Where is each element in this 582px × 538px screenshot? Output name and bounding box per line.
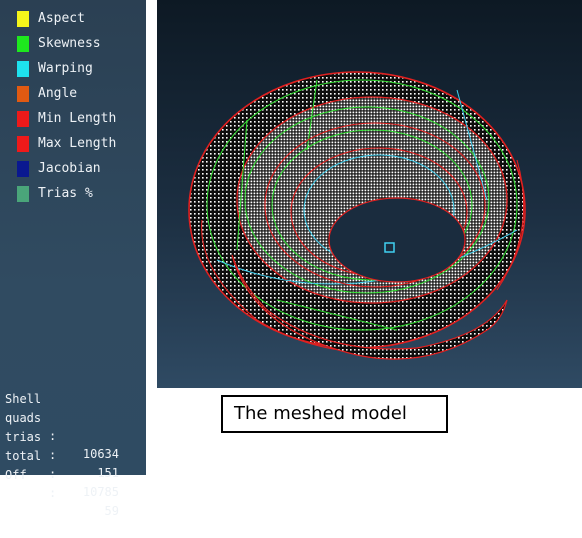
legend-label: Angle — [38, 86, 78, 101]
max-length-color-swatch — [17, 136, 29, 152]
jacobian-color-swatch — [17, 161, 29, 177]
legend-label: Max Length — [38, 136, 117, 151]
stat-colon: : — [49, 467, 57, 481]
stat-value: 10785 — [82, 485, 119, 499]
stat-value: 59 — [104, 504, 119, 518]
skewness-color-swatch — [17, 36, 29, 52]
aspect-color-swatch — [17, 11, 29, 27]
caption-box: The meshed model — [221, 395, 448, 433]
stat-colon: : — [49, 486, 57, 500]
panel-divider — [146, 0, 157, 475]
legend-label: Aspect — [38, 11, 85, 26]
graphics-viewport[interactable] — [157, 0, 582, 388]
stat-row-off: Off : 59 — [5, 448, 141, 518]
stat-row-quads: quads : 10634 — [5, 391, 141, 461]
min-length-color-swatch — [17, 111, 29, 127]
caption-text: The meshed model — [234, 403, 407, 424]
shell-stats-title: Shell — [5, 372, 141, 406]
meshed-model-render[interactable] — [157, 0, 582, 388]
legend-label: Trias % — [38, 186, 93, 201]
center-hole — [328, 197, 466, 283]
legend-label: Min Length — [38, 111, 117, 126]
legend-label: Jacobian — [38, 161, 101, 176]
stat-row-total: total : 10785 — [5, 429, 141, 499]
stat-name: Off — [5, 468, 27, 482]
warping-color-swatch — [17, 61, 29, 77]
stat-value: 151 — [97, 466, 119, 480]
stat-row-trias: trias : 151 — [5, 410, 141, 480]
legend-label: Skewness — [38, 36, 101, 51]
trias-percent-color-swatch — [17, 186, 29, 202]
legend-label: Warping — [38, 61, 93, 76]
quality-legend-panel: Aspect Skewness Warping Angle Min Length… — [0, 0, 146, 518]
angle-color-swatch — [17, 86, 29, 102]
